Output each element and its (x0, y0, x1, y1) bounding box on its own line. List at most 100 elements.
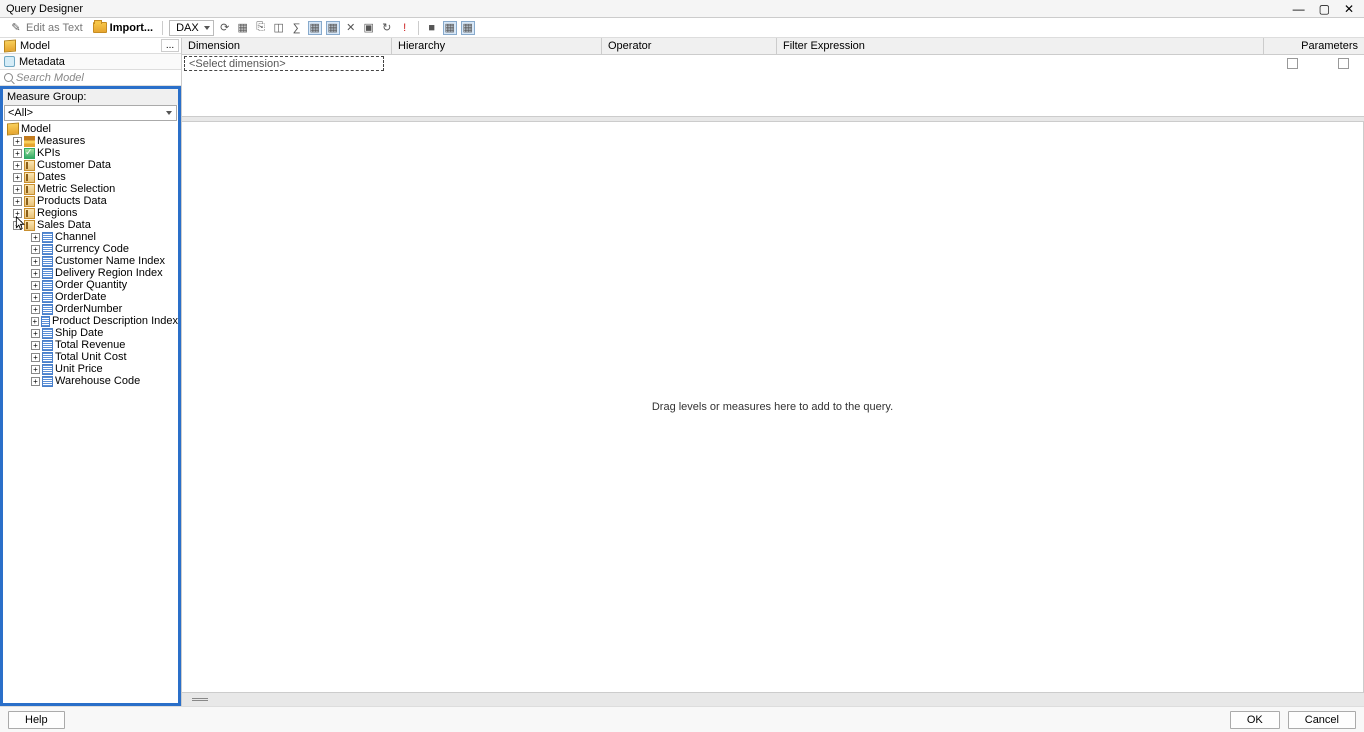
query-mode-icon[interactable]: ▦ (461, 21, 475, 35)
calc-icon[interactable]: ∑ (290, 21, 304, 35)
help-button[interactable]: Help (8, 711, 65, 729)
tree-attr-currency-code[interactable]: +Currency Code (3, 243, 178, 255)
expander-icon[interactable]: + (31, 281, 40, 290)
col-filter-expr[interactable]: Filter Expression (777, 38, 1264, 54)
tree-node-label: KPIs (37, 147, 60, 159)
expander-icon[interactable]: + (13, 161, 22, 170)
member-icon[interactable]: ◫ (272, 21, 286, 35)
tree-attr-warehouse-code[interactable]: + Warehouse Code (3, 375, 178, 387)
expander-icon[interactable]: + (31, 377, 40, 386)
col-operator[interactable]: Operator (602, 38, 777, 54)
tree-attr-total-revenue[interactable]: +Total Revenue (3, 339, 178, 351)
attribute-icon (41, 316, 50, 327)
model-ellipsis-button[interactable]: ... (161, 39, 179, 52)
expander-icon[interactable]: + (13, 209, 22, 218)
tree-attr-orderdate[interactable]: +OrderDate (3, 291, 178, 303)
maximize-button[interactable]: ▢ (1319, 3, 1330, 15)
expander-icon[interactable]: + (31, 317, 39, 326)
expander-icon[interactable]: + (13, 173, 22, 182)
expander-icon[interactable]: + (31, 305, 40, 314)
expander-icon[interactable]: + (31, 245, 40, 254)
close-button[interactable]: ✕ (1344, 3, 1354, 15)
tree-root[interactable]: Model (3, 123, 178, 135)
tree-attr-unit-price[interactable]: +Unit Price (3, 363, 178, 375)
expander-icon[interactable]: + (13, 149, 22, 158)
cancel-icon[interactable]: ■ (425, 21, 439, 35)
tree-node-kpis[interactable]: + KPIs (3, 147, 178, 159)
expander-icon[interactable]: + (13, 221, 22, 230)
expander-icon[interactable]: + (31, 269, 40, 278)
select-dimension-cell[interactable]: <Select dimension> (184, 56, 384, 71)
tree-attr-order-quantity[interactable]: + Order Quantity (3, 279, 178, 291)
copy-icon[interactable]: ⎘ (254, 21, 268, 35)
dim-icon (24, 172, 35, 183)
tree-attr-label: Order Quantity (55, 279, 127, 291)
tree-node-label: Metric Selection (37, 183, 115, 195)
metadata-panel: Measure Group: <All> Model +Measures+KPI… (0, 86, 181, 706)
refresh-icon[interactable]: ⟳ (218, 21, 232, 35)
auto-exec-icon[interactable]: ↻ (380, 21, 394, 35)
toggle-2-icon[interactable]: ▦ (326, 21, 340, 35)
tree-node-metric-selection[interactable]: + Metric Selection (3, 183, 178, 195)
kpi-icon (24, 148, 35, 159)
expander-icon[interactable]: + (31, 257, 40, 266)
tree-attr-product-description-index[interactable]: +Product Description Index (3, 315, 178, 327)
expander-icon[interactable]: + (31, 353, 40, 362)
expander-icon[interactable]: + (31, 293, 40, 302)
dim-icon (24, 184, 35, 195)
model-header: Model ... (0, 38, 181, 54)
attribute-icon (42, 256, 53, 267)
expander-icon[interactable]: + (13, 197, 22, 206)
col-dimension[interactable]: Dimension (182, 38, 392, 54)
tree-node-measures[interactable]: +Measures (3, 135, 178, 147)
ok-button[interactable]: OK (1230, 711, 1280, 729)
show-empty-icon[interactable]: ▣ (362, 21, 376, 35)
design-mode-icon[interactable]: ▦ (443, 21, 457, 35)
delete-icon[interactable]: ✕ (344, 21, 358, 35)
param-checkbox-1[interactable] (1287, 58, 1298, 69)
col-parameters[interactable]: Parameters (1264, 38, 1364, 54)
tree-attr-label: Total Unit Cost (55, 351, 127, 363)
tree-attr-label: Warehouse Code (55, 375, 140, 387)
tree-attr-ship-date[interactable]: +Ship Date (3, 327, 178, 339)
dim-icon (24, 196, 35, 207)
import-button[interactable]: Import... (90, 21, 156, 35)
toggle-1-icon[interactable]: ▦ (308, 21, 322, 35)
tree-attr-label: Delivery Region Index (55, 267, 163, 279)
tree-attr-customer-name-index[interactable]: +Customer Name Index (3, 255, 178, 267)
execute-icon[interactable]: ! (398, 21, 412, 35)
tree-attr-total-unit-cost[interactable]: + Total Unit Cost (3, 351, 178, 363)
param-checkbox-2[interactable] (1338, 58, 1349, 69)
query-drop-area[interactable]: Drag levels or measures here to add to t… (182, 122, 1364, 692)
tree-node-customer-data[interactable]: +Customer Data (3, 159, 178, 171)
bottom-bar (182, 692, 1364, 706)
measure-group-dropdown[interactable]: <All> (4, 105, 177, 121)
attribute-icon (42, 280, 53, 291)
tree-attr-ordernumber[interactable]: +OrderNumber (3, 303, 178, 315)
expander-icon[interactable]: + (31, 329, 40, 338)
edit-as-text-button[interactable]: ✎ Edit as Text (6, 20, 86, 36)
tree-node-regions[interactable]: +Regions (3, 207, 178, 219)
tree-attr-delivery-region-index[interactable]: + Delivery Region Index (3, 267, 178, 279)
expander-icon[interactable]: + (13, 137, 22, 146)
tree-node-products-data[interactable]: +Products Data (3, 195, 178, 207)
attribute-icon (42, 328, 53, 339)
expander-icon[interactable]: + (31, 233, 40, 242)
table-icon[interactable]: ▦ (236, 21, 250, 35)
drag-handle-icon[interactable] (192, 698, 208, 701)
attribute-icon (42, 268, 53, 279)
minimize-button[interactable]: — (1293, 3, 1305, 15)
language-dropdown[interactable]: DAX (169, 20, 214, 36)
expander-icon[interactable]: + (13, 185, 22, 194)
expander-icon[interactable]: + (31, 341, 40, 350)
col-hierarchy[interactable]: Hierarchy (392, 38, 602, 54)
tree-attr-label: Channel (55, 231, 96, 243)
search-row[interactable]: Search Model (0, 70, 181, 86)
tree-node-dates[interactable]: +Dates (3, 171, 178, 183)
titlebar: Query Designer — ▢ ✕ (0, 0, 1364, 18)
tree-node-sales-data[interactable]: +Sales Data (3, 219, 178, 231)
expander-icon[interactable]: + (31, 365, 40, 374)
metadata-tab[interactable]: Metadata (0, 54, 181, 70)
tree-attr-channel[interactable]: + Channel (3, 231, 178, 243)
cancel-button[interactable]: Cancel (1288, 711, 1356, 729)
